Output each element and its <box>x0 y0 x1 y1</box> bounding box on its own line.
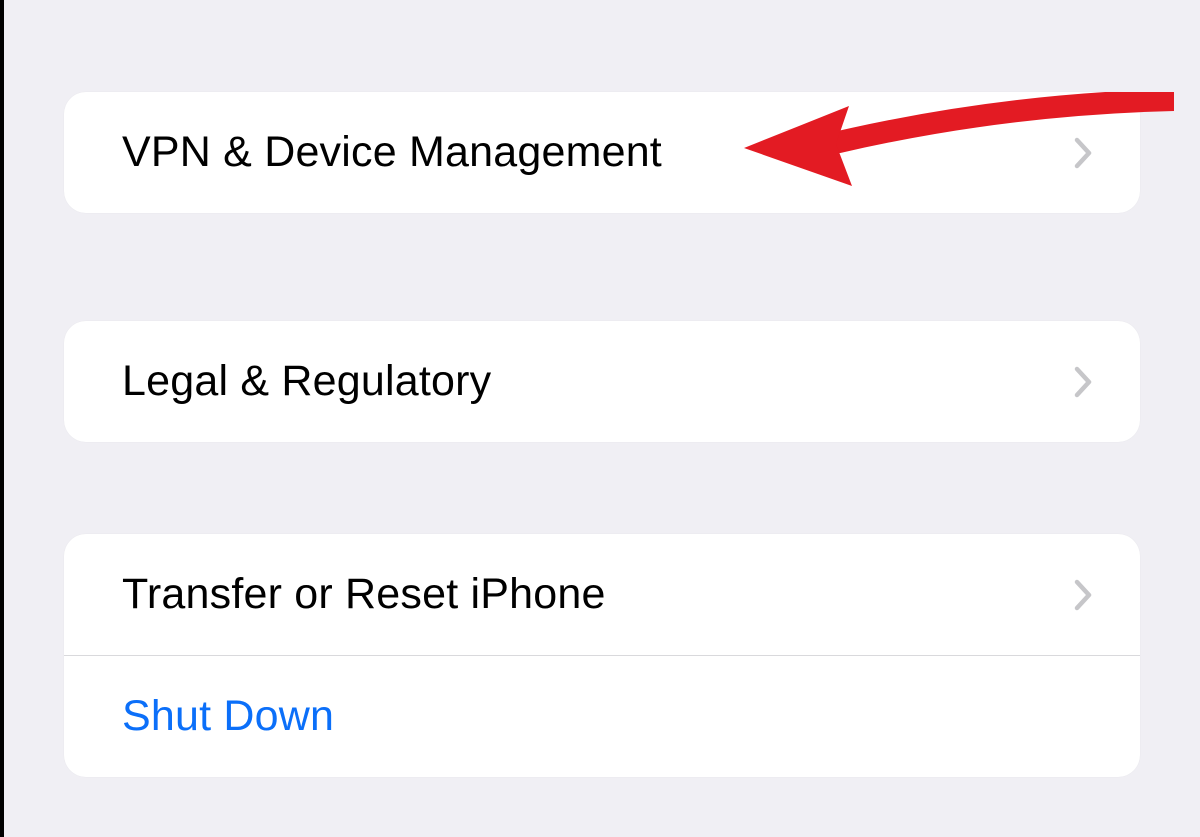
settings-list: VPN & Device Management Legal & Regulato… <box>4 0 1200 777</box>
settings-row-label: VPN & Device Management <box>122 128 1074 177</box>
settings-row-vpn-device-management[interactable]: VPN & Device Management <box>64 92 1140 213</box>
settings-row-transfer-reset[interactable]: Transfer or Reset iPhone <box>64 534 1140 655</box>
settings-row-label: Legal & Regulatory <box>122 357 1074 406</box>
settings-row-shut-down[interactable]: Shut Down <box>64 655 1140 777</box>
settings-row-legal-regulatory[interactable]: Legal & Regulatory <box>64 321 1140 442</box>
chevron-right-icon <box>1074 137 1092 169</box>
settings-group-3: Transfer or Reset iPhone Shut Down <box>64 534 1140 777</box>
settings-group-2: Legal & Regulatory <box>64 321 1140 442</box>
settings-group-1: VPN & Device Management <box>64 92 1140 213</box>
chevron-right-icon <box>1074 579 1092 611</box>
chevron-right-icon <box>1074 366 1092 398</box>
settings-row-label: Shut Down <box>122 692 1092 741</box>
settings-row-label: Transfer or Reset iPhone <box>122 570 1074 619</box>
